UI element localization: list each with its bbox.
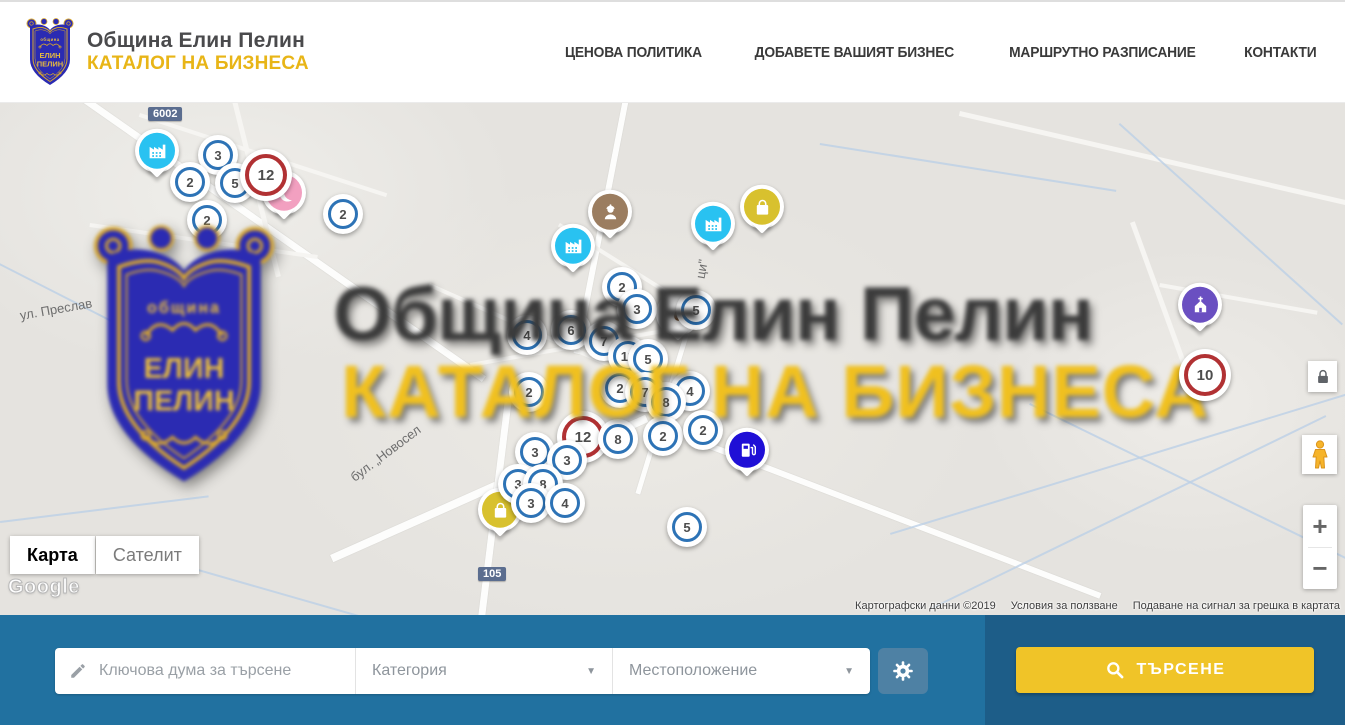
cluster-count: 4 [550, 488, 580, 518]
cluster-marker[interactable]: 5 [667, 507, 707, 547]
cluster-count: 2 [514, 377, 544, 407]
terms-of-use-link[interactable]: Условия за ползване [1011, 600, 1118, 612]
worker-icon [592, 194, 628, 230]
cluster-count: 8 [603, 424, 633, 454]
cluster-count: 2 [688, 415, 718, 445]
google-logo[interactable]: Google [8, 576, 80, 599]
cluster-count: 8 [651, 387, 681, 417]
cluster-count: 2 [648, 421, 678, 451]
fuel-icon [729, 432, 765, 468]
cluster-count: 12 [245, 154, 287, 196]
cluster-count: 6 [556, 315, 586, 345]
map-type-map-button[interactable]: Карта [10, 536, 95, 574]
keyword-search-input[interactable] [97, 661, 343, 681]
google-map[interactable]: 6002105 ул. Преславбул. „Новоселци" 3251… [0, 103, 1345, 615]
shopping-pin[interactable] [740, 185, 784, 229]
factory-icon [139, 133, 175, 169]
nav-item-contacts[interactable]: КОНТАКТИ [1245, 44, 1317, 61]
cluster-count: 5 [681, 295, 711, 325]
lock-icon [1314, 368, 1332, 386]
map-type-satellite-button[interactable]: Сателит [96, 536, 199, 574]
cluster-count: 4 [512, 320, 542, 350]
cluster-marker[interactable]: 5 [676, 290, 716, 330]
cluster-marker[interactable]: 2 [509, 372, 549, 412]
lock-button[interactable] [1308, 361, 1337, 392]
svg-text:ЕЛИН: ЕЛИН [39, 51, 60, 60]
cluster-count: 2 [328, 199, 358, 229]
location-select[interactable]: Местоположение ▼ [612, 648, 870, 694]
chevron-down-icon: ▼ [586, 666, 596, 677]
factory-pin[interactable] [691, 202, 735, 246]
search-icon [1105, 660, 1125, 680]
search-bar-left: Категория ▼ Местоположение ▼ [0, 615, 985, 725]
site-subtitle: КАТАЛОГ НА БИЗНЕСА [87, 53, 309, 75]
map-data-copyright: Картографски данни ©2019 [855, 600, 996, 612]
chevron-down-icon: ▼ [844, 666, 854, 677]
bag-icon [744, 189, 780, 225]
cluster-count: 3 [516, 488, 546, 518]
factory-icon [695, 206, 731, 242]
keyword-field[interactable] [55, 648, 355, 694]
cluster-marker[interactable]: 10 [1179, 349, 1231, 401]
zoom-in-button[interactable]: + [1303, 505, 1337, 547]
category-select-value: Категория [372, 662, 447, 680]
site-title: Община Елин Пелин [87, 29, 309, 53]
cluster-count: 3 [622, 294, 652, 324]
nav-item-route-schedule[interactable]: МАРШРУТНО РАЗПИСАНИЕ [1009, 44, 1196, 61]
site-logo[interactable]: община ЕЛИН ПЕЛИН Община Елин Пелин КАТА… [25, 16, 309, 88]
cluster-count: 10 [1184, 354, 1226, 396]
search-button-label: ТЪРСЕНЕ [1137, 661, 1226, 679]
municipality-crest-icon: община ЕЛИН ПЕЛИН [25, 16, 75, 88]
search-input-group: Категория ▼ Местоположение ▼ [55, 648, 870, 694]
cluster-count: 5 [672, 512, 702, 542]
zoom-control: + − [1303, 505, 1337, 589]
search-button[interactable]: ТЪРСЕНЕ [1016, 647, 1314, 693]
cluster-marker[interactable]: 4 [507, 315, 547, 355]
cluster-count: 3 [520, 437, 550, 467]
nav-item-pricing[interactable]: ЦЕНОВА ПОЛИТИКА [565, 44, 702, 61]
map-type-control: Карта Сателит [10, 536, 199, 574]
church-pin[interactable] [1178, 283, 1222, 327]
factory-icon [555, 228, 591, 264]
factory-pin[interactable] [135, 129, 179, 173]
cluster-marker[interactable]: 12 [240, 149, 292, 201]
cluster-marker[interactable]: 2 [683, 410, 723, 450]
church-icon [1182, 287, 1218, 323]
cluster-marker[interactable]: 3 [617, 289, 657, 329]
search-bar-right: ТЪРСЕНЕ [985, 615, 1345, 725]
road-badge: 6002 [148, 107, 182, 121]
svg-text:община: община [40, 37, 59, 42]
gear-icon [891, 659, 915, 683]
markers-layer: 32512222354671352274812822333834510 [0, 103, 1345, 615]
cluster-count: 2 [175, 167, 205, 197]
cluster-marker[interactable]: 4 [545, 483, 585, 523]
main-nav: ЦЕНОВА ПОЛИТИКА ДОБАВЕТЕ ВАШИЯТ БИЗНЕС М… [559, 44, 1320, 61]
search-bar: Категория ▼ Местоположение ▼ [0, 615, 1345, 725]
cluster-marker[interactable]: 2 [170, 162, 210, 202]
zoom-out-button[interactable]: − [1303, 548, 1337, 590]
svg-text:ПЕЛИН: ПЕЛИН [37, 60, 63, 69]
cluster-marker[interactable]: 8 [598, 419, 638, 459]
street-view-pegman-button[interactable] [1302, 435, 1337, 474]
header: община ЕЛИН ПЕЛИН Община Елин Пелин КАТА… [0, 0, 1345, 103]
location-select-value: Местоположение [629, 662, 757, 680]
cluster-count: 2 [192, 205, 222, 235]
road-badge: 105 [478, 567, 506, 581]
category-select[interactable]: Категория ▼ [355, 648, 612, 694]
map-attribution: Картографски данни ©2019 Условия за полз… [855, 600, 1340, 612]
fuel-pin[interactable] [725, 428, 769, 472]
factory-pin[interactable] [551, 224, 595, 268]
cluster-count: 5 [633, 344, 663, 374]
advanced-settings-button[interactable] [878, 648, 928, 694]
report-map-error-link[interactable]: Подаване на сигнал за грешка в картата [1133, 600, 1340, 612]
pegman-icon [1309, 440, 1331, 470]
cluster-marker[interactable]: 2 [187, 200, 227, 240]
construction-pin[interactable] [588, 190, 632, 234]
cluster-marker[interactable]: 2 [643, 416, 683, 456]
pencil-icon [69, 662, 87, 680]
cluster-marker[interactable]: 2 [323, 194, 363, 234]
nav-item-add-business[interactable]: ДОБАВЕТЕ ВАШИЯТ БИЗНЕС [755, 44, 954, 61]
